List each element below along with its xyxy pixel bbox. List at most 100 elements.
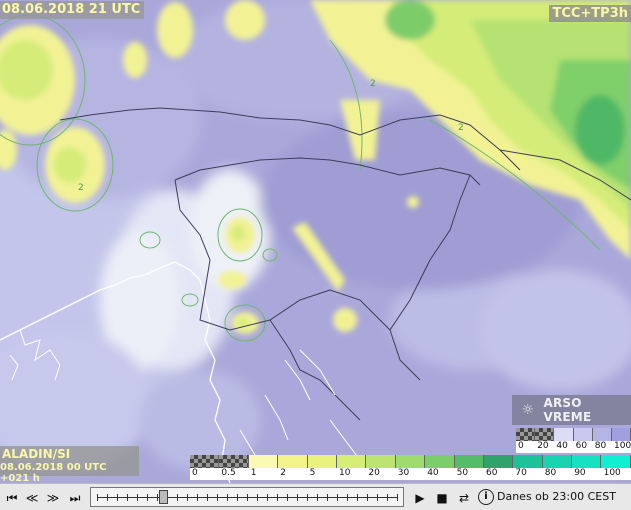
loop-button[interactable]: ⇄ bbox=[455, 489, 473, 507]
precipitation-swatch bbox=[336, 455, 367, 468]
cloud-cover-swatches bbox=[516, 428, 631, 441]
first-frame-button[interactable]: ⏮ bbox=[3, 489, 21, 507]
status-time: Danes ob 23:00 CEST bbox=[497, 490, 616, 503]
valid-time-label: 08.06.2018 21 UTC bbox=[0, 1, 145, 19]
slider-tick bbox=[277, 494, 278, 501]
brand-text: ARSO VREME bbox=[543, 396, 592, 424]
slider-tick bbox=[327, 494, 328, 501]
precipitation-ticks: 0 0.5 1 2 5 10 20 30 40 50 60 70 80 90 100 bbox=[190, 468, 631, 480]
contour-label: 2 bbox=[78, 183, 84, 193]
precipitation-swatch bbox=[278, 455, 308, 468]
slider-tick bbox=[387, 494, 388, 501]
precipitation-swatch bbox=[307, 455, 337, 468]
stop-button[interactable]: ■ bbox=[433, 489, 451, 507]
forecast-map: 2 2 2 08.06.2018 21 UTC TCC+TP3h ☼ ARSO … bbox=[0, 0, 631, 483]
cloud-cover-swatch bbox=[592, 428, 612, 441]
precipitation-legend: 0 0.5 1 2 5 10 20 30 40 50 60 70 80 90 100 bbox=[190, 455, 631, 480]
viewer: 2 2 2 08.06.2018 21 UTC TCC+TP3h ☼ ARSO … bbox=[0, 0, 631, 510]
precipitation-swatch bbox=[366, 455, 396, 468]
cloud-cover-tick-label: 0 bbox=[518, 441, 524, 451]
precipitation-swatch bbox=[601, 455, 631, 468]
precipitation-swatch bbox=[248, 455, 279, 468]
slider-tick bbox=[397, 494, 398, 501]
contour-label: 2 bbox=[370, 79, 376, 89]
next-frame-button[interactable]: ≫ bbox=[44, 489, 62, 507]
precipitation-tick-label: 40 bbox=[427, 468, 439, 478]
slider-tick bbox=[97, 494, 98, 501]
cloud-cover-swatch bbox=[554, 428, 574, 441]
previous-frame-button[interactable]: ≪ bbox=[23, 489, 41, 507]
precipitation-swatch bbox=[425, 455, 455, 468]
cloud-cover-tick-label: 100 bbox=[614, 441, 631, 451]
slider-tick bbox=[127, 494, 128, 501]
cloud-cover-tick-label: 20 bbox=[537, 441, 549, 451]
slider-tick bbox=[187, 494, 188, 501]
precipitation-tick-label: 100 bbox=[603, 468, 621, 478]
slider-tick bbox=[257, 494, 258, 501]
slider-tick bbox=[347, 494, 348, 501]
cloud-cover-swatch bbox=[573, 428, 593, 441]
precipitation-swatch bbox=[483, 455, 514, 468]
precipitation-swatch bbox=[454, 455, 484, 468]
precipitation-swatch bbox=[190, 455, 220, 468]
cloud-cover-legend: 0 20 40 60 80 100 bbox=[516, 428, 631, 453]
precipitation-swatch bbox=[219, 455, 249, 468]
slider-tick bbox=[317, 494, 318, 501]
arso-logo: ☼ ARSO VREME bbox=[512, 395, 631, 425]
precipitation-tick-label: 2 bbox=[280, 468, 286, 478]
slider-tick bbox=[287, 494, 288, 501]
slider-tick bbox=[307, 494, 308, 501]
last-frame-button[interactable]: ⏭ bbox=[66, 489, 84, 507]
slider-tick bbox=[177, 494, 178, 501]
cloud-cover-swatch bbox=[535, 428, 555, 441]
slider-tick bbox=[367, 494, 368, 501]
precipitation-tick-label: 10 bbox=[339, 468, 351, 478]
slider-thumb[interactable] bbox=[159, 490, 168, 504]
slider-tick bbox=[337, 494, 338, 501]
cloud-cover-swatch bbox=[611, 428, 631, 441]
precipitation-tick-label: 70 bbox=[515, 468, 527, 478]
contour-label: 2 bbox=[458, 123, 464, 133]
precipitation-tick-label: 20 bbox=[368, 468, 380, 478]
precipitation-tick-label: 80 bbox=[544, 468, 557, 478]
model-name: ALADIN/SI bbox=[2, 447, 71, 461]
precipitation-tick-label: 60 bbox=[486, 468, 498, 478]
cloud-cover-tick-label: 40 bbox=[556, 441, 568, 451]
slider-tick bbox=[197, 494, 198, 501]
cloud-cover-tick-label: 60 bbox=[575, 441, 588, 451]
slider-tick bbox=[227, 494, 228, 501]
precipitation-swatch bbox=[395, 455, 426, 468]
info-icon[interactable]: i bbox=[478, 489, 494, 505]
precipitation-tick-label: 0 bbox=[192, 468, 198, 478]
precipitation-tick-label: 5 bbox=[309, 468, 316, 478]
animation-toolbar: ⏮ ≪ ≫ ⏭ ▶ ■ ⇄ i Danes ob 23:00 CEST bbox=[0, 483, 631, 510]
slider-tick bbox=[237, 494, 238, 501]
slider-tick bbox=[157, 494, 158, 501]
slider-tick bbox=[107, 494, 108, 501]
slider-tick bbox=[377, 494, 378, 501]
slider-tick bbox=[357, 494, 358, 501]
precipitation-tick-label: 90 bbox=[574, 468, 586, 478]
slider-tick bbox=[297, 494, 298, 501]
model-info: ALADIN/SI 08.06.2018 00 UTC +021 h bbox=[0, 446, 139, 483]
slider-tick bbox=[207, 494, 208, 501]
cloud-cover-ticks: 0 20 40 60 80 100 bbox=[516, 441, 631, 453]
precipitation-swatch bbox=[513, 455, 543, 468]
precipitation-tick-label: 50 bbox=[456, 468, 469, 478]
frame-slider[interactable] bbox=[90, 487, 404, 507]
slider-tick bbox=[247, 494, 248, 501]
play-button[interactable]: ▶ bbox=[411, 489, 429, 507]
slider-tick bbox=[267, 494, 268, 501]
precipitation-swatch bbox=[572, 455, 602, 468]
slider-tick bbox=[117, 494, 118, 501]
slider-tick bbox=[217, 494, 218, 501]
slider-tick bbox=[137, 494, 138, 501]
model-run: 08.06.2018 00 UTC +021 h bbox=[0, 462, 107, 483]
cloud-cover-tick-label: 80 bbox=[594, 441, 607, 451]
precipitation-swatches bbox=[190, 455, 631, 468]
product-label: TCC+TP3h bbox=[549, 5, 631, 22]
precipitation-swatch bbox=[542, 455, 573, 468]
precipitation-tick-label: 30 bbox=[397, 468, 410, 478]
cloud-cover-swatch bbox=[516, 428, 536, 441]
sun-icon: ☼ bbox=[521, 402, 535, 418]
